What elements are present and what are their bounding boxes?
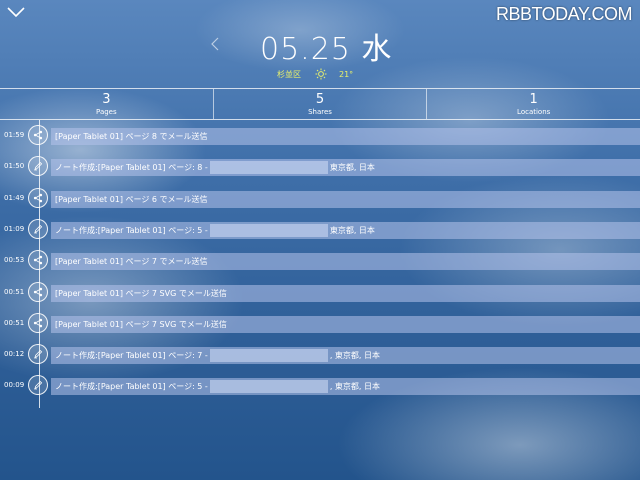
timeline-entry[interactable]: 01:50 ノート作成:[Paper Tablet 01] ページ: 8 - 東京都… [0,155,640,179]
entry-bar[interactable]: ノート作成:[Paper Tablet 01] ページ: 5 - , 東京都, 日… [51,378,640,396]
timeline-entry[interactable]: 00:51 [Paper Tablet 01] ページ 7 SVG でメール送信 [0,312,640,336]
timeline-entry[interactable]: 00:12 ノート作成:[Paper Tablet 01] ページ: 7 - , 東… [0,343,640,367]
timeline-entry[interactable]: 01:09 ノート作成:[Paper Tablet 01] ページ: 5 - 東京都… [0,218,640,242]
timeline-entry[interactable]: 00:53 [Paper Tablet 01] ページ 7 でメール送信 [0,249,640,273]
entry-text: [Paper Tablet 01] ページ 6 でメール送信 [55,194,208,204]
pen-icon [28,156,48,177]
entry-text: ノート作成:[Paper Tablet 01] ページ: 5 - [55,382,208,392]
entry-time: 00:51 [4,318,25,327]
entry-location: 東京都, 日本 [329,225,375,235]
pen-icon [28,218,48,239]
redacted-block [209,223,328,237]
entry-text: [Paper Tablet 01] ページ 7 SVG でメール送信 [55,288,227,298]
share-icon [28,312,48,333]
entry-bar[interactable]: [Paper Tablet 01] ページ 6 でメール送信 [51,190,640,208]
stat-label: Pages [96,108,117,116]
redacted-block [209,380,328,394]
entry-bar[interactable]: ノート作成:[Paper Tablet 01] ページ: 7 - , 東京都, 日… [51,347,640,365]
entry-time: 01:09 [4,224,25,233]
entry-text: ノート作成:[Paper Tablet 01] ページ: 7 - [55,351,208,361]
entry-bar[interactable]: ノート作成:[Paper Tablet 01] ページ: 8 - 東京都, 日本 [51,159,640,177]
entry-time: 00:53 [4,256,25,265]
temperature-label: 21° [339,69,354,79]
entry-bar[interactable]: ノート作成:[Paper Tablet 01] ページ: 5 - 東京都, 日本 [51,221,640,239]
sun-icon [315,68,327,80]
watermark: RBBTODAY.COM [495,4,633,24]
entry-time: 00:12 [4,350,25,359]
entry-location: 東京都, 日本 [329,163,375,173]
redacted-block [209,349,328,363]
stat-pages[interactable]: 3 Pages [0,89,213,119]
weather-info: 杉並区 21° [277,68,353,80]
pen-icon [28,344,48,365]
entry-text: ノート作成:[Paper Tablet 01] ページ: 8 - [55,163,208,173]
stat-locations[interactable]: 1 Locations [426,89,640,119]
stat-label: Locations [517,108,551,116]
entry-time: 01:50 [4,162,25,171]
timeline-entry[interactable]: 00:51 [Paper Tablet 01] ページ 7 SVG でメール送信 [0,281,640,305]
share-icon [28,125,48,145]
entry-text: [Paper Tablet 01] ページ 7 でメール送信 [55,257,208,267]
chevron-down-icon[interactable] [6,4,26,20]
entry-text: ノート作成:[Paper Tablet 01] ページ: 5 - [55,225,208,235]
entry-bar[interactable]: [Paper Tablet 01] ページ 7 SVG でメール送信 [51,284,640,302]
entry-location: , 東京都, 日本 [329,382,380,392]
stat-shares[interactable]: 5 Shares [212,89,427,119]
stat-label: Shares [308,108,332,116]
share-icon [28,281,48,302]
pen-icon [28,375,48,396]
chevron-left-icon[interactable] [210,36,220,52]
entry-location: , 東京都, 日本 [329,351,380,361]
entry-bar[interactable]: [Paper Tablet 01] ページ 7 SVG でメール送信 [51,315,640,333]
entry-time: 01:49 [4,193,25,202]
stat-value: 1 [529,92,538,107]
share-icon [28,187,48,208]
timeline-entry[interactable]: 01:59 [Paper Tablet 01] ページ 8 でメール送信 [0,124,640,148]
timeline-entry[interactable]: 01:49 [Paper Tablet 01] ページ 6 でメール送信 [0,187,640,211]
stat-value: 3 [102,92,111,107]
redacted-block [209,161,328,175]
entry-text: [Paper Tablet 01] ページ 8 でメール送信 [55,132,208,141]
location-label: 杉並区 [277,69,301,79]
entry-bar[interactable]: [Paper Tablet 01] ページ 8 でメール送信 [51,128,640,145]
entry-bar[interactable]: [Paper Tablet 01] ページ 7 でメール送信 [51,253,640,271]
entry-time: 01:59 [4,131,25,139]
entry-time: 00:09 [4,381,25,390]
share-icon [28,250,48,271]
stats-bar: 3 Pages 5 Shares 1 Locations [0,88,640,120]
date-title: 05.25 水 [260,32,393,67]
timeline-entry[interactable]: 00:09 ノート作成:[Paper Tablet 01] ページ: 5 - , 東… [0,374,640,398]
entry-time: 00:51 [4,287,25,296]
entry-text: [Paper Tablet 01] ページ 7 SVG でメール送信 [55,319,227,329]
stat-value: 5 [315,92,325,107]
